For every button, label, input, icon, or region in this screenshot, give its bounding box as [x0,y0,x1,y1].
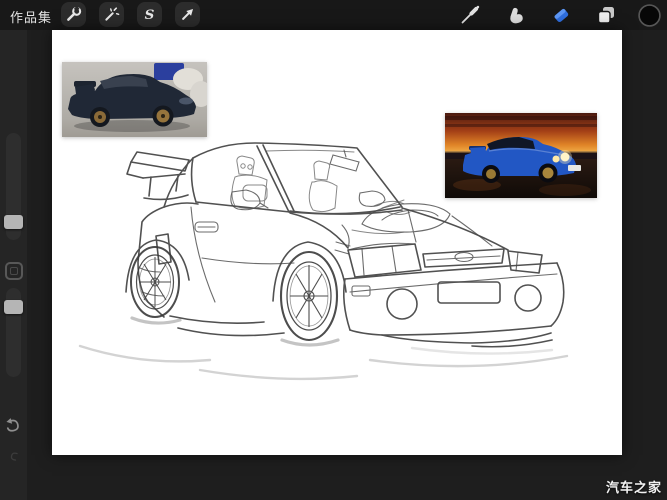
redo-icon [8,450,21,463]
paintbrush-icon [458,3,482,27]
layers-icon [594,3,618,27]
selection-button[interactable]: S [137,2,162,27]
opacity-slider-handle[interactable] [4,300,23,314]
reference-photo-model-car[interactable] [62,62,207,137]
actions-button[interactable] [61,2,86,27]
drawing-canvas[interactable] [52,30,622,455]
procreate-app-window: 作品集 S [0,0,667,500]
transform-button[interactable] [175,2,200,27]
redo-button[interactable] [8,448,21,467]
smudge-tool-button[interactable] [503,2,529,28]
undo-button[interactable] [4,416,23,439]
adjustments-button[interactable] [99,2,124,27]
erase-tool-button[interactable] [548,2,574,28]
undo-icon [4,416,23,435]
eraser-icon [549,3,573,27]
paint-tool-button[interactable] [457,2,483,28]
svg-text:S: S [145,7,155,23]
gallery-button[interactable]: 作品集 [10,7,52,26]
transform-arrow-icon [178,5,197,24]
layers-button[interactable] [593,2,619,28]
magic-wand-icon [102,5,121,24]
reference-photo-sunset-car[interactable] [445,113,597,198]
modify-button[interactable] [5,262,23,280]
color-swatch-circle [637,3,662,28]
smudge-finger-icon [504,3,528,27]
top-toolbar: 作品集 S [0,0,667,30]
autohome-watermark: 汽车之家 [606,477,662,496]
wrench-icon [64,5,83,24]
brush-size-slider-handle[interactable] [4,215,23,229]
selection-s-icon: S [140,5,159,24]
color-swatch-button[interactable] [636,2,662,28]
